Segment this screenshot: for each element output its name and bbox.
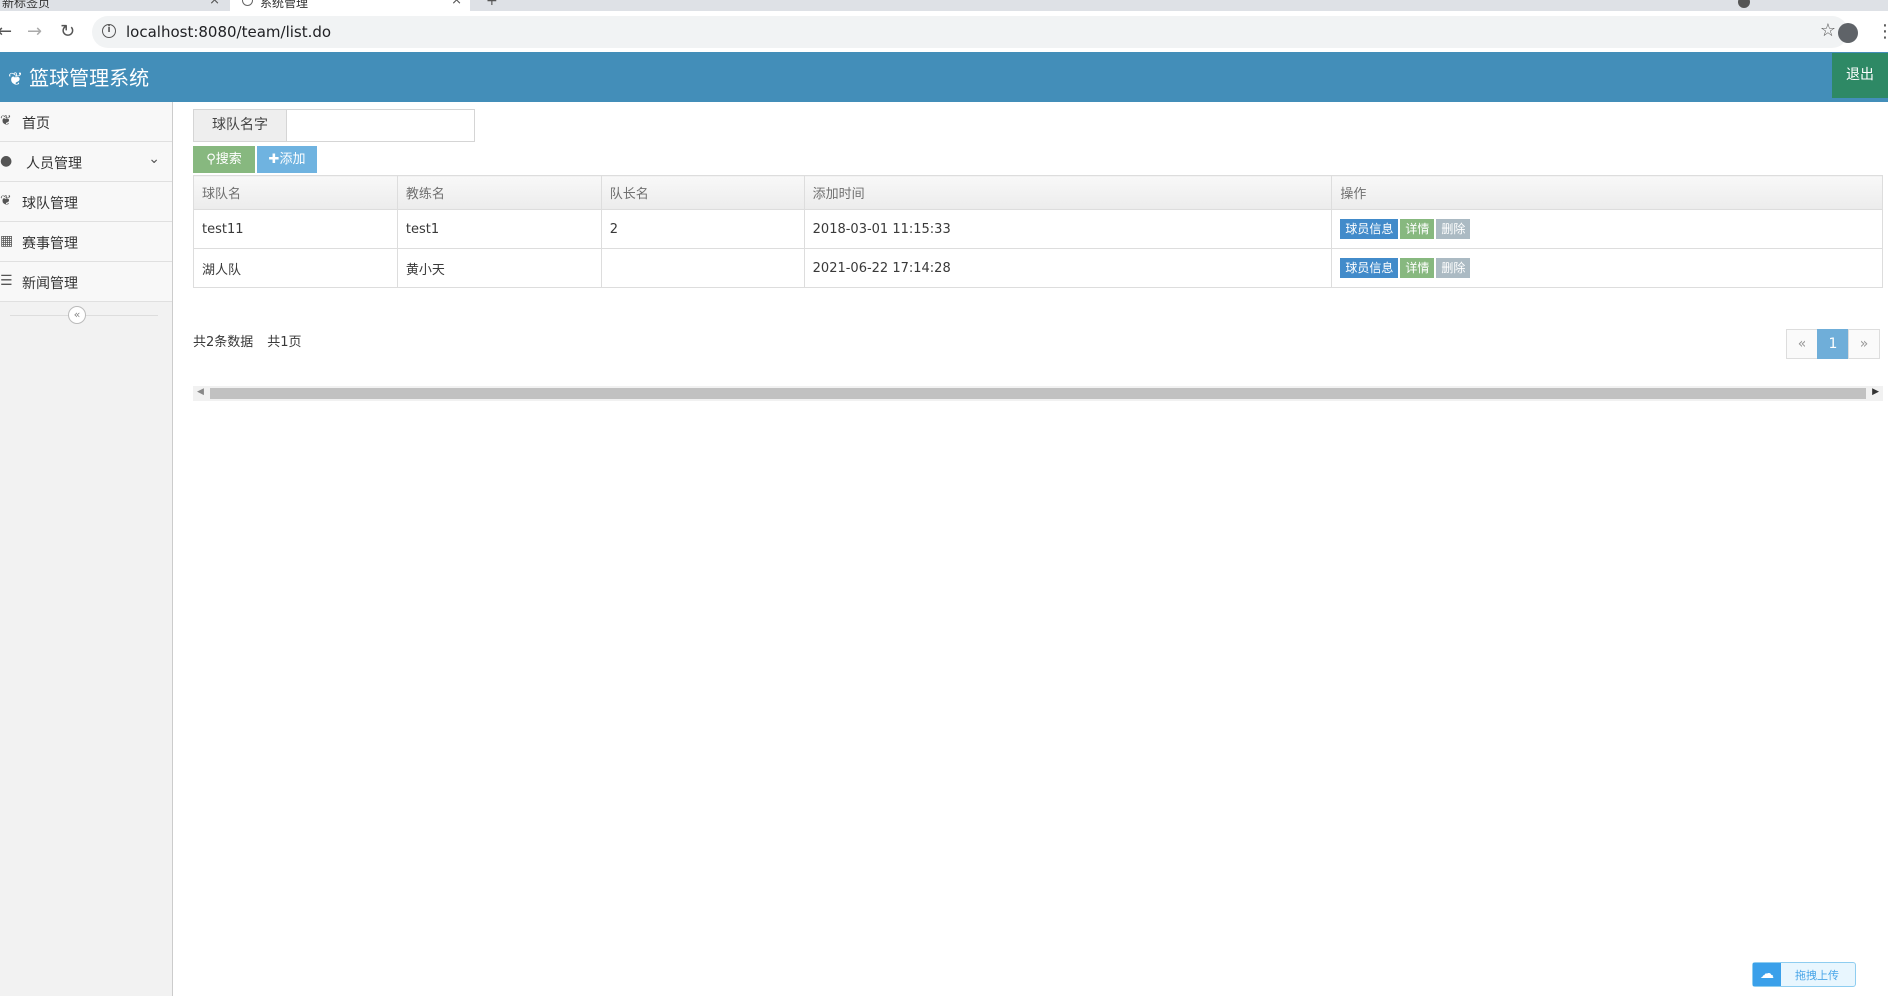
profile-avatar-icon[interactable]: [1838, 23, 1858, 43]
chevron-down-icon: ⌄: [148, 151, 160, 167]
plus-icon: ✚: [268, 152, 280, 167]
sidebar-collapse-row: «: [0, 302, 172, 330]
sidebar-item-personnel[interactable]: ● 人员管理 ⌄: [0, 142, 172, 182]
sidebar-item-news[interactable]: ☰ 新闻管理: [0, 262, 172, 302]
added-time-cell: 2021-06-22 17:14:28: [803, 248, 1333, 288]
added-time-cell: 2018-03-01 11:15:33: [803, 209, 1333, 249]
sidebar-item-teams[interactable]: ❦ 球队管理: [0, 182, 172, 222]
table-row: test11 test1 2 2018-03-01 11:15:33 球员信息详…: [193, 209, 1883, 249]
add-button-label: 添加: [279, 152, 306, 167]
scrollbar-thumb[interactable]: [210, 388, 1866, 399]
user-icon: ●: [0, 153, 13, 169]
bookmark-star-icon[interactable]: ☆: [1820, 20, 1836, 41]
scroll-left-icon[interactable]: ◀: [197, 387, 204, 397]
back-icon[interactable]: ←: [0, 21, 12, 42]
app-header: ❦ 篮球管理系统 退出: [0, 52, 1888, 102]
new-tab-button[interactable]: +: [486, 0, 498, 9]
coach-name-cell: test1: [396, 209, 602, 249]
scroll-right-icon[interactable]: ▶: [1872, 387, 1879, 397]
sidebar-item-label: 新闻管理: [22, 276, 78, 292]
search-button[interactable]: ⚲搜索: [193, 146, 255, 173]
globe-icon: [242, 0, 253, 6]
column-header[interactable]: 队长名: [600, 175, 805, 210]
drag-upload-widget[interactable]: ☁ 拖拽上传: [1752, 962, 1856, 987]
sidebar-item-label: 赛事管理: [22, 236, 78, 252]
calendar-icon: ▦: [0, 233, 14, 249]
coach-name-cell: 黄小天: [396, 248, 602, 288]
delete-button[interactable]: 删除: [1436, 219, 1471, 239]
player-info-button[interactable]: 球员信息: [1340, 258, 1399, 278]
tab-close-icon[interactable]: ×: [451, 0, 462, 8]
forward-icon[interactable]: →: [27, 21, 42, 42]
tab-close-icon[interactable]: ×: [209, 0, 220, 8]
detail-button[interactable]: 详情: [1400, 258, 1435, 278]
logout-button[interactable]: 退出: [1832, 53, 1888, 98]
sidebar-item-home[interactable]: ❦ 首页: [0, 102, 172, 142]
search-label: 球队名字: [193, 109, 287, 142]
team-name-cell: 湖人队: [193, 248, 398, 288]
total-records: 共2条数据: [193, 335, 254, 350]
pagination: « 1 »: [1786, 329, 1880, 359]
column-header[interactable]: 添加时间: [803, 175, 1333, 210]
actions-cell: 球员信息 详情 删除: [1331, 209, 1883, 249]
captain-name-cell: 2: [600, 209, 805, 249]
next-page-button[interactable]: »: [1848, 329, 1880, 359]
tab-search-icon[interactable]: [1738, 0, 1750, 8]
delete-button[interactable]: 删除: [1436, 258, 1471, 278]
list-icon: ☰: [0, 273, 13, 289]
leaf-icon: ❦: [0, 113, 12, 129]
player-info-button[interactable]: 球员信息: [1340, 219, 1399, 239]
team-table: 球队名 教练名 队长名 添加时间 操作 test11 test1 2 2018-…: [193, 175, 1883, 288]
add-button[interactable]: ✚添加: [257, 146, 317, 173]
prev-page-button[interactable]: «: [1786, 329, 1818, 359]
sidebar-item-label: 人员管理: [26, 156, 82, 172]
address-bar[interactable]: i localhost:8080/team/list.do ☆: [92, 16, 1848, 48]
table-header-row: 球队名 教练名 队长名 添加时间 操作: [193, 175, 1883, 210]
tab-title: 系统管理: [260, 0, 309, 10]
brand-title: 篮球管理系统: [29, 66, 150, 90]
detail-button[interactable]: 详情: [1400, 219, 1435, 239]
search-button-label: 搜索: [215, 152, 242, 167]
column-header[interactable]: 教练名: [396, 175, 602, 210]
page-button-current[interactable]: 1: [1817, 329, 1849, 359]
sidebar: ❦ 首页 ● 人员管理 ⌄ ❦ 球队管理 ▦ 赛事管理 ☰ 新闻管理 «: [0, 102, 173, 996]
reload-icon[interactable]: ↻: [60, 21, 75, 42]
total-pages: 共1页: [267, 335, 302, 350]
browser-tab-active[interactable]: 系统管理 ×: [230, 0, 470, 11]
sidebar-item-label: 球队管理: [22, 196, 78, 212]
tab-title: 新标签页: [2, 0, 51, 10]
browser-tab-newtab[interactable]: 新标签页 ×: [0, 0, 228, 11]
pagination-summary: 共2条数据 共1页: [193, 331, 316, 350]
browser-menu-icon[interactable]: ⋮: [1876, 21, 1888, 42]
leaf-icon: ❦: [0, 193, 12, 209]
column-header: 操作: [1331, 175, 1883, 210]
upload-label: 拖拽上传: [1795, 969, 1839, 982]
column-header[interactable]: 球队名: [193, 175, 398, 210]
sidebar-item-label: 首页: [22, 116, 50, 132]
cloud-upload-icon: ☁: [1753, 963, 1781, 986]
team-name-cell: test11: [193, 209, 398, 249]
url-text[interactable]: localhost:8080/team/list.do: [126, 23, 331, 41]
table-row: 湖人队 黄小天 2021-06-22 17:14:28 球员信息 详情 删除: [193, 248, 1883, 288]
team-name-input[interactable]: [286, 109, 475, 142]
leaf-icon: ❦: [8, 69, 24, 90]
brand[interactable]: ❦ 篮球管理系统: [8, 62, 149, 91]
sidebar-item-matches[interactable]: ▦ 赛事管理: [0, 222, 172, 262]
collapse-sidebar-icon[interactable]: «: [68, 306, 86, 324]
browser-tabstrip: 新标签页 × 系统管理 × +: [0, 0, 1888, 11]
horizontal-scrollbar[interactable]: ◀ ▶: [193, 386, 1883, 401]
actions-cell: 球员信息 详情 删除: [1331, 248, 1883, 288]
search-icon: ⚲: [206, 152, 216, 167]
info-icon[interactable]: i: [102, 24, 116, 38]
captain-name-cell: [600, 248, 805, 288]
browser-toolbar: ← → ↻ i localhost:8080/team/list.do ☆ ⋮: [0, 11, 1888, 53]
